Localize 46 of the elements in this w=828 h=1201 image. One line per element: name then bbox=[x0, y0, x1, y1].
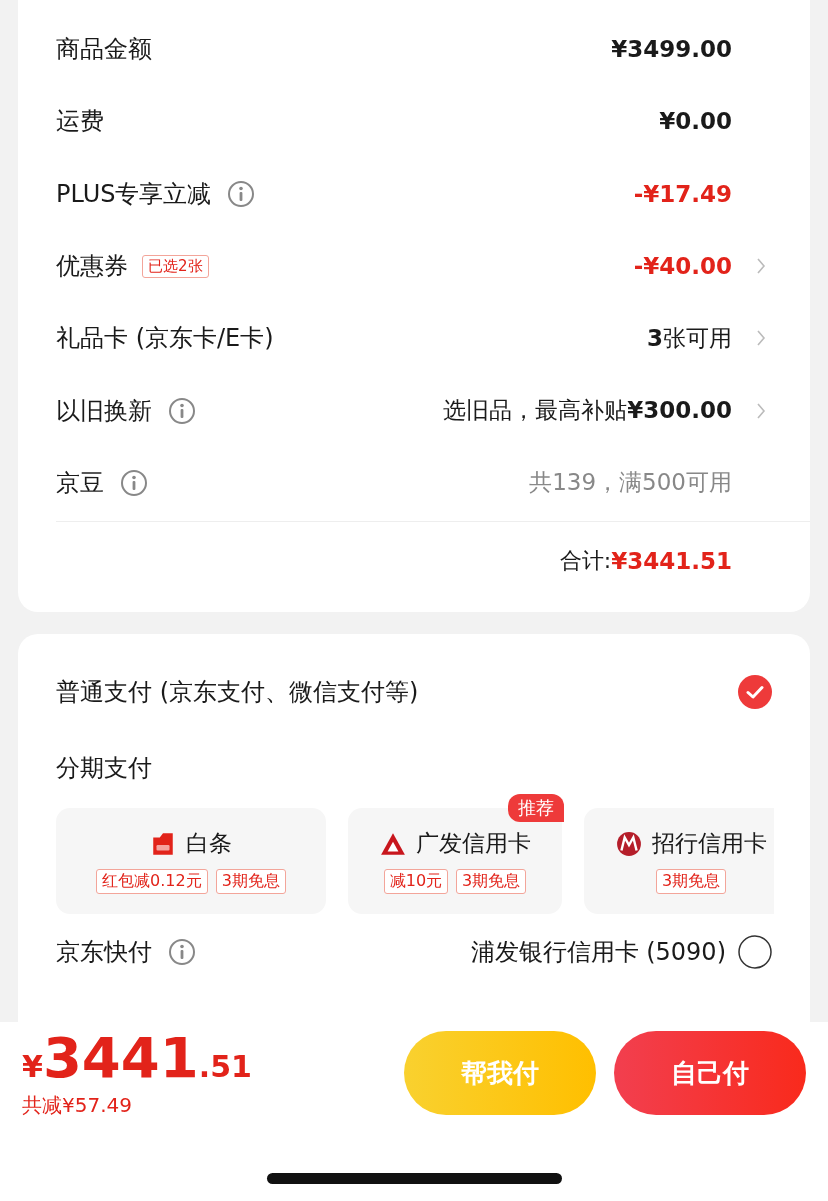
promo-tag: 3期免息 bbox=[456, 869, 527, 894]
row-label: 以旧换新 bbox=[56, 395, 152, 427]
row-label: 京豆 bbox=[56, 467, 104, 499]
section-title: 分期支付 bbox=[56, 753, 152, 784]
info-icon[interactable] bbox=[168, 938, 196, 966]
promo-tag: 红包减0.12元 bbox=[96, 869, 208, 894]
row-value: 3张可用 bbox=[647, 323, 732, 353]
bank-logo-icon bbox=[615, 830, 642, 857]
chevron-icon[interactable] bbox=[756, 329, 766, 348]
total-label: 合计: bbox=[559, 547, 612, 576]
installment-option[interactable]: 招行信用卡 3期免息 bbox=[584, 808, 774, 914]
option-name: 白条 bbox=[186, 829, 232, 858]
option-name: 广发信用卡 bbox=[415, 829, 531, 858]
promo-tag: 减10元 bbox=[383, 869, 449, 894]
checked-icon[interactable] bbox=[738, 675, 772, 709]
pay-button[interactable]: 自己付 bbox=[614, 1031, 806, 1115]
row-label: 优惠券 bbox=[56, 251, 128, 283]
promo-tag: 3期免息 bbox=[655, 869, 727, 894]
total-value: ¥3441.51 bbox=[611, 548, 732, 575]
coupon-tag: 已选2张 bbox=[142, 254, 209, 278]
row-value: 共139，满500可用 bbox=[529, 468, 732, 498]
row-value: -¥17.49 bbox=[633, 180, 732, 207]
promo-tag: 3期免息 bbox=[215, 869, 286, 894]
row-value: ¥3499.00 bbox=[611, 36, 732, 63]
row-label: 商品金额 bbox=[56, 34, 152, 66]
row-value: -¥40.00 bbox=[633, 253, 732, 280]
row-label: PLUS专享立减 bbox=[56, 178, 212, 210]
payment-option-label: 京东快付 bbox=[56, 937, 152, 968]
recommend-badge: 推荐 bbox=[508, 794, 564, 822]
payment-option-label[interactable]: 普通支付 (京东支付、微信支付等) bbox=[56, 676, 419, 708]
row-label: 运费 bbox=[56, 106, 104, 138]
installment-option[interactable]: 白条 红包减0.12元 3期免息 bbox=[56, 808, 326, 914]
option-name: 招行信用卡 bbox=[651, 829, 767, 858]
info-icon[interactable] bbox=[227, 179, 256, 208]
row-value: ¥0.00 bbox=[659, 108, 732, 135]
row-value: 选旧品，最高补贴¥300.00 bbox=[443, 396, 732, 426]
info-icon[interactable] bbox=[168, 396, 196, 425]
total-price: ¥3441.51 bbox=[22, 1030, 252, 1086]
bank-card-name[interactable]: 浦发银行信用卡 (5090) bbox=[470, 936, 726, 968]
info-icon[interactable] bbox=[120, 468, 148, 497]
row-label: 礼品卡 (京东卡/E卡) bbox=[56, 323, 274, 355]
card-logo-icon bbox=[150, 830, 176, 857]
chevron-icon[interactable] bbox=[756, 257, 766, 276]
chevron-icon[interactable] bbox=[756, 401, 766, 420]
radio-button[interactable] bbox=[738, 935, 772, 969]
savings-text: 共减¥57.49 bbox=[22, 1092, 133, 1119]
